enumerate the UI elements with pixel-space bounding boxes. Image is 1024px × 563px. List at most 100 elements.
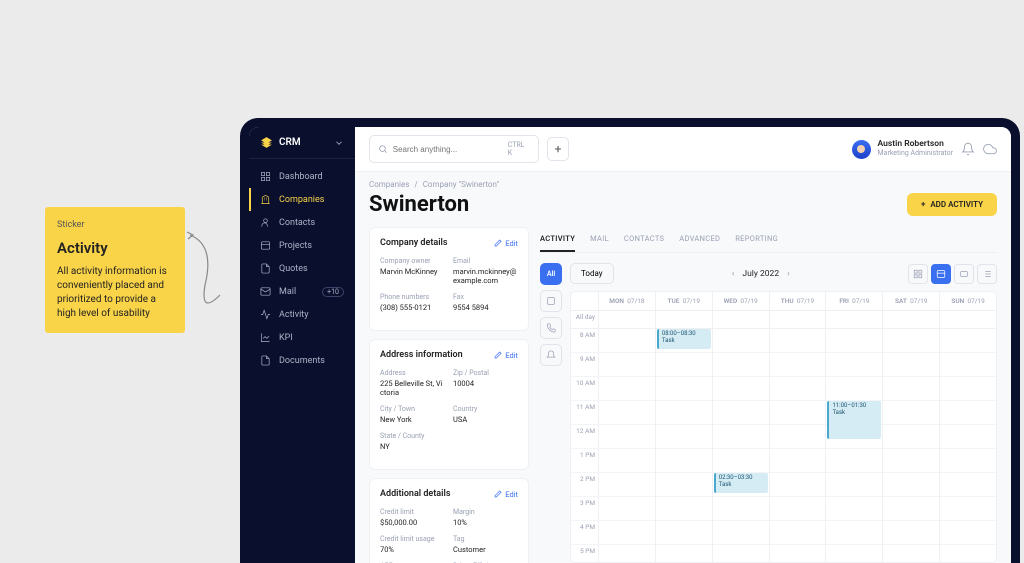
sidebar-item-documents[interactable]: Documents: [249, 349, 355, 372]
nav-label: KPI: [279, 333, 293, 343]
day-header: FRI 07/19: [826, 292, 883, 310]
today-button[interactable]: Today: [570, 263, 614, 284]
sidebar-item-contacts[interactable]: Contacts: [249, 211, 355, 234]
sidebar-item-projects[interactable]: Projects: [249, 234, 355, 257]
sidebar-item-kpi[interactable]: KPI: [249, 326, 355, 349]
view-week-icon[interactable]: [931, 264, 951, 284]
hour-label: 3 PM: [571, 497, 598, 521]
user-block[interactable]: Austin Robertson Marketing Administrator: [852, 140, 953, 159]
quick-add-button[interactable]: +: [547, 137, 569, 161]
hour-label: 11 AM: [571, 401, 598, 425]
mail-icon: [260, 286, 271, 297]
hour-label: 9 AM: [571, 353, 598, 377]
user-role: Marketing Administrator: [878, 150, 953, 158]
address-card: Address information Edit Address 225 Bel…: [369, 339, 529, 470]
day-column[interactable]: [770, 311, 827, 562]
annotation-sticker: Sticker Activity All activity informatio…: [45, 207, 185, 333]
sidebar-item-activity[interactable]: Activity: [249, 303, 355, 326]
day-column[interactable]: 11:00–01:30Task: [826, 311, 883, 562]
period-label: July 2022: [742, 269, 779, 279]
view-day-icon[interactable]: [954, 264, 974, 284]
main-area: CTRL K + Austin Robertson Marketing Admi…: [355, 127, 1011, 563]
hour-label: 4 PM: [571, 521, 598, 545]
tab-activity[interactable]: ACTIVITY: [540, 227, 575, 252]
tab-advanced[interactable]: ADVANCED: [679, 227, 720, 252]
next-period[interactable]: ›: [787, 269, 790, 279]
view-list-icon[interactable]: [977, 264, 997, 284]
nav-label: Mail: [279, 287, 296, 297]
activity-icon: [260, 309, 271, 320]
sidebar-item-companies[interactable]: Companies: [249, 188, 355, 211]
documents-icon: [260, 355, 271, 366]
search-kbd: CTRL K: [508, 141, 530, 157]
day-column[interactable]: 08:00–08:30Task: [656, 311, 713, 562]
bell-icon[interactable]: [961, 142, 975, 156]
cloud-icon[interactable]: [983, 142, 997, 156]
tab-mail[interactable]: MAIL: [590, 227, 609, 252]
device-frame: CRM Dashboard Companies Contacts Projects Qu…: [240, 118, 1020, 563]
annotation-arrow-icon: [185, 225, 245, 325]
day-header: WED 07/19: [713, 292, 770, 310]
calendar-event[interactable]: 02:30–03:30Task: [714, 473, 768, 493]
contacts-icon: [260, 217, 271, 228]
edit-button[interactable]: Edit: [494, 490, 518, 499]
filter-all[interactable]: All: [540, 263, 562, 285]
filter-reminders[interactable]: [540, 344, 562, 366]
day-column[interactable]: [940, 311, 996, 562]
sticker-label: Sticker: [57, 219, 173, 232]
search-input[interactable]: [393, 145, 503, 154]
prev-period[interactable]: ‹: [732, 269, 735, 279]
day-header: TUE 07/19: [656, 292, 713, 310]
pencil-icon: [494, 490, 502, 498]
day-column[interactable]: 02:30–03:30Task: [713, 311, 770, 562]
day-column[interactable]: [883, 311, 940, 562]
hour-label: 12 AM: [571, 425, 598, 449]
details-column: Company details Edit Company owner Marvi…: [369, 227, 529, 563]
nav-label: Activity: [279, 310, 308, 320]
nav-label: Companies: [279, 195, 324, 205]
breadcrumb-current: Company "Swinerton": [423, 180, 499, 189]
calendar: Today ‹ July 2022 ›: [570, 263, 997, 563]
avatar: [852, 140, 871, 159]
filter-notes[interactable]: [540, 290, 562, 312]
sidebar-item-quotes[interactable]: Quotes: [249, 257, 355, 280]
calendar-grid[interactable]: MON 07/18TUE 07/19WED 07/19THU 07/19FRI …: [570, 291, 997, 563]
additional-card: Additional details Edit Credit limit $50…: [369, 478, 529, 563]
breadcrumb: Companies / Company "Swinerton": [355, 172, 1011, 189]
add-activity-button[interactable]: + ADD ACTIVITY: [907, 193, 997, 216]
day-column[interactable]: [599, 311, 656, 562]
view-grid-icon[interactable]: [908, 264, 928, 284]
sidebar-item-mail[interactable]: Mail+10: [249, 280, 355, 303]
dashboard-icon: [260, 171, 271, 182]
brand[interactable]: CRM: [249, 127, 355, 159]
sidebar: CRM Dashboard Companies Contacts Projects Qu…: [249, 127, 355, 563]
filter-calls[interactable]: [540, 317, 562, 339]
edit-button[interactable]: Edit: [494, 239, 518, 248]
nav-label: Dashboard: [279, 172, 323, 182]
calendar-event[interactable]: 11:00–01:30Task: [827, 401, 881, 439]
breadcrumb-root[interactable]: Companies: [369, 180, 409, 189]
tab-reporting[interactable]: REPORTING: [735, 227, 778, 252]
hour-label: 1 PM: [571, 449, 598, 473]
nav-label: Contacts: [279, 218, 315, 228]
day-header: THU 07/19: [770, 292, 827, 310]
day-header: SAT 07/19: [883, 292, 940, 310]
app-window: CRM Dashboard Companies Contacts Projects Qu…: [249, 127, 1011, 563]
calendar-event[interactable]: 08:00–08:30Task: [657, 329, 711, 349]
nav-label: Projects: [279, 241, 312, 251]
edit-button[interactable]: Edit: [494, 351, 518, 360]
topbar: CTRL K + Austin Robertson Marketing Admi…: [355, 127, 1011, 172]
companies-icon: [260, 194, 271, 205]
quotes-icon: [260, 263, 271, 274]
page-title: Swinerton: [369, 192, 469, 217]
content: Companies / Company "Swinerton" Swinerto…: [355, 172, 1011, 563]
tab-contacts[interactable]: CONTACTS: [624, 227, 664, 252]
search-box[interactable]: CTRL K: [369, 135, 539, 163]
hour-label: 5 PM: [571, 545, 598, 562]
sidebar-item-dashboard[interactable]: Dashboard: [249, 165, 355, 188]
brand-name: CRM: [279, 137, 328, 148]
projects-icon: [260, 240, 271, 251]
activity-column: ACTIVITY MAIL CONTACTS ADVANCED REPORTING Al…: [540, 227, 997, 563]
hour-label: 2 PM: [571, 473, 598, 497]
pencil-icon: [494, 239, 502, 247]
